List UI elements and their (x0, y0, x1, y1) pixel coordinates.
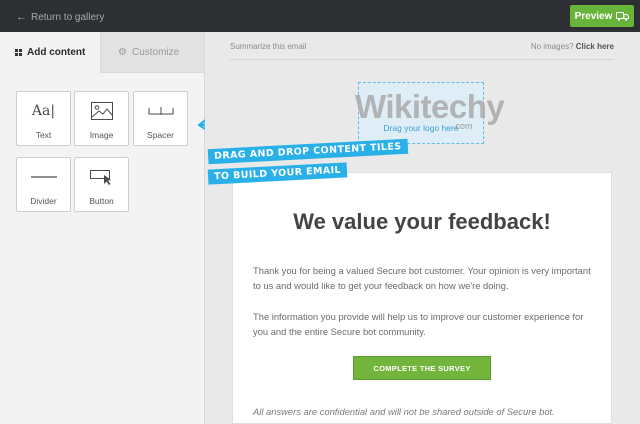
top-bar: ← Return to gallery Preview (0, 0, 640, 32)
content-panel: Add content ⚙ Customize Aa| Text Image S… (0, 32, 205, 424)
tab-add-content-label: Add content (27, 47, 86, 58)
tile-divider[interactable]: Divider (16, 157, 71, 212)
watermark-suffix: .com (453, 121, 473, 131)
tile-image-glyph (75, 100, 128, 122)
button-icon (89, 170, 111, 185)
tile-spacer[interactable]: Spacer (133, 91, 188, 146)
image-icon (90, 102, 113, 120)
tile-spacer-label: Spacer (147, 130, 174, 140)
return-to-gallery-label: Return to gallery (31, 11, 105, 23)
no-images-click-link[interactable]: Click here (576, 42, 614, 51)
email-paragraph-1[interactable]: Thank you for being a valued Secure bot … (253, 263, 597, 293)
email-card: We value your feedback! Thank you for be… (232, 172, 612, 424)
preview-button[interactable]: Preview (570, 5, 634, 27)
gear-icon: ⚙ (118, 46, 127, 58)
preview-label: Preview (574, 10, 613, 22)
complete-survey-button[interactable]: COMPLETE THE SURVEY (353, 356, 491, 380)
tile-spacer-glyph (134, 100, 187, 122)
arrow-left-icon: ← (16, 11, 27, 23)
tile-image[interactable]: Image (74, 91, 129, 146)
no-images-notice: No images? Click here (531, 42, 614, 51)
email-preview-area: Summarize this email No images? Click he… (205, 32, 640, 424)
tile-divider-glyph (17, 166, 70, 188)
grid-icon (15, 49, 22, 56)
divider-icon (30, 176, 57, 178)
no-images-prefix: No images? (530, 42, 574, 51)
email-paragraph-2[interactable]: The information you provide will help us… (253, 309, 597, 339)
tile-button-glyph (75, 166, 128, 188)
email-footnote[interactable]: All answers are confidential and will no… (253, 406, 555, 417)
tile-button-label: Button (89, 196, 114, 206)
tile-button[interactable]: Button (74, 157, 129, 212)
tile-divider-label: Divider (30, 196, 57, 206)
spacer-icon (148, 107, 173, 115)
text-icon: Aa| (31, 103, 56, 119)
tab-add-content[interactable]: Add content (0, 32, 101, 73)
return-to-gallery-link[interactable]: ← Return to gallery (16, 11, 104, 23)
tile-text-label: Text (35, 130, 52, 140)
tile-image-label: Image (89, 130, 114, 140)
summarize-email-link[interactable]: Summarize this email (230, 42, 306, 51)
tile-text[interactable]: Aa| Text (16, 91, 71, 146)
tab-customize-label: Customize (131, 46, 180, 58)
divider-line (230, 59, 614, 60)
truck-icon (616, 11, 630, 21)
tab-customize[interactable]: ⚙ Customize (101, 32, 204, 73)
watermark-logo: Wikitechy (355, 88, 505, 125)
email-title[interactable]: We value your feedback! (233, 209, 611, 235)
